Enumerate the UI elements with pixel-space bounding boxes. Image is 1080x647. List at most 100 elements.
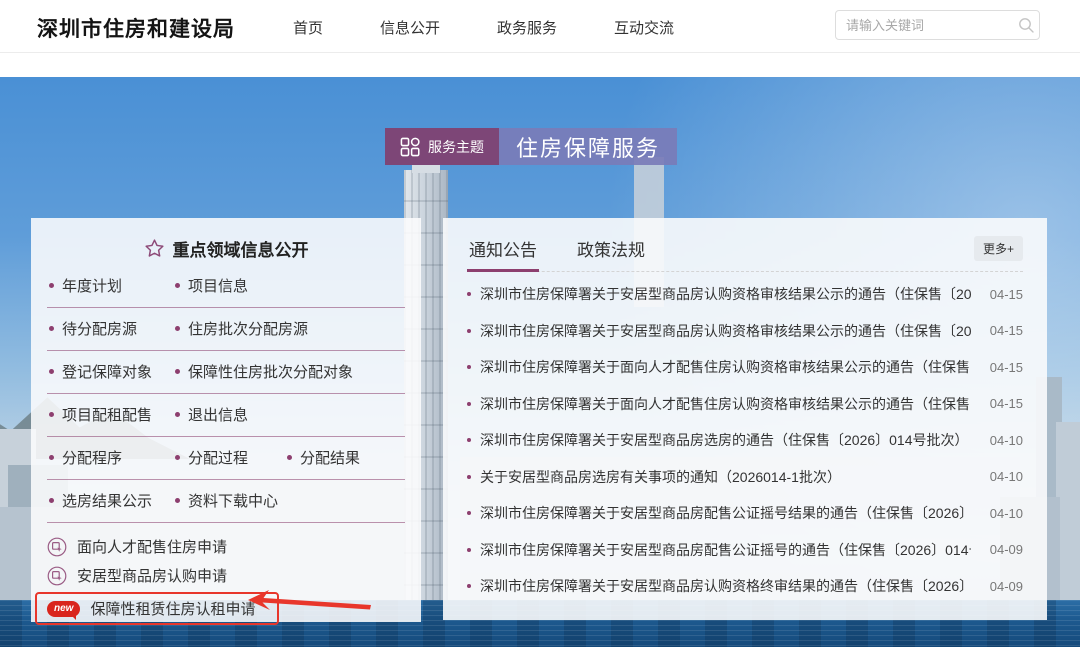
notices-panel: 通知公告 政策法规 更多+ 深圳市住房保障署关于安居型商品房认购资格审核结果公示… — [443, 218, 1047, 620]
keyword-row: 待分配房源 住房批次分配房源 — [47, 308, 405, 351]
bullet-icon — [175, 326, 180, 331]
search-icon[interactable] — [1013, 12, 1039, 38]
apply-icon — [47, 566, 67, 586]
news-title[interactable]: 关于安居型商品房选房有关事项的通知（2026014-1批次） — [480, 467, 971, 487]
keyword-link[interactable]: 年度计划 — [49, 275, 171, 296]
news-title[interactable]: 深圳市住房保障署关于安居型商品房配售公证摇号结果的通告（住保售〔2026〕014… — [480, 503, 971, 523]
bullet-icon — [467, 292, 471, 296]
keyword-link[interactable]: 项目配租配售 — [49, 404, 171, 425]
keyword-label: 资料下载中心 — [188, 490, 278, 511]
bullet-icon — [467, 511, 471, 515]
keyword-label: 选房结果公示 — [62, 490, 152, 511]
keyword-label: 待分配房源 — [62, 318, 137, 339]
site-header: 深圳市住房和建设局 首页 信息公开 政务服务 互动交流 — [0, 0, 1080, 53]
apply-link-rental-housing[interactable]: new 保障性租赁住房认租申请 — [47, 596, 255, 621]
keyword-link[interactable]: 退出信息 — [175, 404, 248, 425]
news-date: 04-09 — [990, 579, 1023, 594]
nav-item-interaction[interactable]: 互动交流 — [614, 17, 674, 38]
bullet-icon — [467, 438, 471, 442]
bullet-icon — [49, 455, 54, 460]
theme-banner: 服务主题 住房保障服务 — [385, 128, 677, 165]
keyword-label: 住房批次分配房源 — [188, 318, 308, 339]
keyword-link[interactable]: 登记保障对象 — [49, 361, 171, 382]
news-list-item[interactable]: 深圳市住房保障署关于安居型商品房选房的通告（住保售〔2026〕014号批次） 04… — [467, 422, 1023, 459]
keyword-link[interactable]: 选房结果公示 — [49, 490, 171, 511]
keyword-label: 项目信息 — [188, 275, 248, 296]
news-title[interactable]: 深圳市住房保障署关于安居型商品房选房的通告（住保售〔2026〕014号批次） — [480, 430, 971, 450]
service-theme-label: 服务主题 — [428, 137, 484, 157]
news-title[interactable]: 深圳市住房保障署关于安居型商品房认购资格终审结果的通告（住保售〔2026〕014… — [480, 576, 971, 596]
main-nav: 首页 信息公开 政务服务 互动交流 — [293, 17, 674, 38]
bullet-icon — [467, 365, 471, 369]
news-list-item[interactable]: 关于安居型商品房选房有关事项的通知（2026014-1批次）04-10 — [467, 459, 1023, 496]
key-info-title: 重点领域信息公开 — [173, 236, 309, 261]
keyword-link[interactable]: 住房批次分配房源 — [175, 318, 308, 339]
bullet-icon — [49, 369, 54, 374]
keyword-link[interactable]: 资料下载中心 — [175, 490, 278, 511]
keyword-link[interactable]: 分配程序 — [49, 447, 171, 468]
bullet-icon — [49, 283, 54, 288]
key-info-panel: 重点领域信息公开 年度计划 项目信息 待分配房源 住房批次分配房源 登记保障对象… — [31, 218, 421, 622]
bullet-icon — [49, 412, 54, 417]
annotation-arrow-icon — [246, 588, 374, 621]
bullet-icon — [467, 402, 471, 406]
news-list-item[interactable]: 深圳市住房保障署关于面向人才配售住房认购资格审核结果公示的通告（住保售〔2026… — [467, 386, 1023, 423]
news-list-item[interactable]: 深圳市住房保障署关于安居型商品房配售公证摇号结果的通告（住保售〔2026〕014… — [467, 495, 1023, 532]
new-badge: new — [47, 601, 80, 617]
news-list-item[interactable]: 深圳市住房保障署关于安居型商品房认购资格审核结果公示的通告（住保售〔2026〕0… — [467, 313, 1023, 350]
site-logo[interactable]: 深圳市住房和建设局 — [37, 13, 235, 43]
keyword-row: 分配程序 分配过程 分配结果 — [47, 437, 405, 480]
keyword-label: 分配结果 — [300, 447, 360, 468]
news-list-item[interactable]: 深圳市住房保障署关于安居型商品房认购资格终审结果的通告（住保售〔2026〕014… — [467, 568, 1023, 605]
page: 深圳市住房和建设局 首页 信息公开 政务服务 互动交流 — [0, 0, 1080, 647]
news-title[interactable]: 深圳市住房保障署关于安居型商品房配售公证摇号的通告（住保售〔2026〕014号批… — [480, 540, 971, 560]
apply-link-label: 安居型商品房认购申请 — [77, 565, 227, 586]
news-list-item[interactable]: 深圳市住房保障署关于面向人才配售住房认购资格审核结果公示的通告（住保售〔2026… — [467, 349, 1023, 386]
news-title[interactable]: 深圳市住房保障署关于安居型商品房认购资格审核结果公示的通告（住保售〔2026〕0… — [480, 284, 971, 304]
apply-link-label: 保障性租赁住房认租申请 — [90, 598, 255, 619]
news-title[interactable]: 深圳市住房保障署关于面向人才配售住房认购资格审核结果公示的通告（住保售〔2026… — [480, 394, 971, 414]
keyword-link[interactable]: 待分配房源 — [49, 318, 171, 339]
nav-item-home[interactable]: 首页 — [293, 17, 323, 38]
tab-notices[interactable]: 通知公告 — [467, 232, 539, 272]
nav-item-info-disclosure[interactable]: 信息公开 — [380, 17, 440, 38]
service-theme-badge: 服务主题 — [385, 128, 499, 165]
page-title: 住房保障服务 — [499, 128, 677, 165]
star-icon — [144, 238, 165, 259]
keyword-label: 项目配租配售 — [62, 404, 152, 425]
news-date: 04-10 — [990, 433, 1023, 448]
tab-policies[interactable]: 政策法规 — [575, 232, 647, 272]
bullet-icon — [467, 475, 471, 479]
keyword-link[interactable]: 分配过程 — [175, 447, 283, 468]
more-button[interactable]: 更多+ — [974, 236, 1023, 261]
highlight-box: new 保障性租赁住房认租申请 — [35, 592, 279, 625]
news-date: 04-15 — [990, 323, 1023, 338]
apply-link-affordable-housing[interactable]: 安居型商品房认购申请 — [47, 561, 405, 590]
keyword-link[interactable]: 分配结果 — [287, 447, 360, 468]
keyword-label: 年度计划 — [62, 275, 122, 296]
news-date: 04-10 — [990, 506, 1023, 521]
news-title[interactable]: 深圳市住房保障署关于安居型商品房认购资格审核结果公示的通告（住保售〔2026〕0… — [480, 321, 971, 341]
notice-tabs: 通知公告 政策法规 更多+ — [467, 232, 1023, 272]
keyword-row: 年度计划 项目信息 — [47, 265, 405, 308]
news-list-item[interactable]: 深圳市住房保障署关于安居型商品房配售公证摇号的通告（住保售〔2026〕014号批… — [467, 532, 1023, 569]
keyword-label: 退出信息 — [188, 404, 248, 425]
keyword-link[interactable]: 保障性住房批次分配对象 — [175, 361, 353, 382]
keyword-label: 分配程序 — [62, 447, 122, 468]
news-date: 04-09 — [990, 542, 1023, 557]
keyword-label: 保障性住房批次分配对象 — [188, 361, 353, 382]
keyword-link[interactable]: 项目信息 — [175, 275, 248, 296]
apply-link-talent-housing[interactable]: 面向人才配售住房申请 — [47, 532, 405, 561]
keyword-row: 项目配租配售 退出信息 — [47, 394, 405, 437]
bullet-icon — [175, 455, 180, 460]
news-title[interactable]: 深圳市住房保障署关于面向人才配售住房认购资格审核结果公示的通告（住保售〔2026… — [480, 357, 971, 377]
apply-link-label: 面向人才配售住房申请 — [77, 536, 227, 557]
news-date: 04-15 — [990, 360, 1023, 375]
bullet-icon — [175, 412, 180, 417]
apply-icon — [47, 537, 67, 557]
search-input[interactable] — [836, 18, 1013, 33]
nav-item-gov-services[interactable]: 政务服务 — [497, 17, 557, 38]
news-date: 04-15 — [990, 396, 1023, 411]
news-list-item[interactable]: 深圳市住房保障署关于安居型商品房认购资格审核结果公示的通告（住保售〔2026〕0… — [467, 276, 1023, 313]
search-box — [835, 10, 1040, 40]
